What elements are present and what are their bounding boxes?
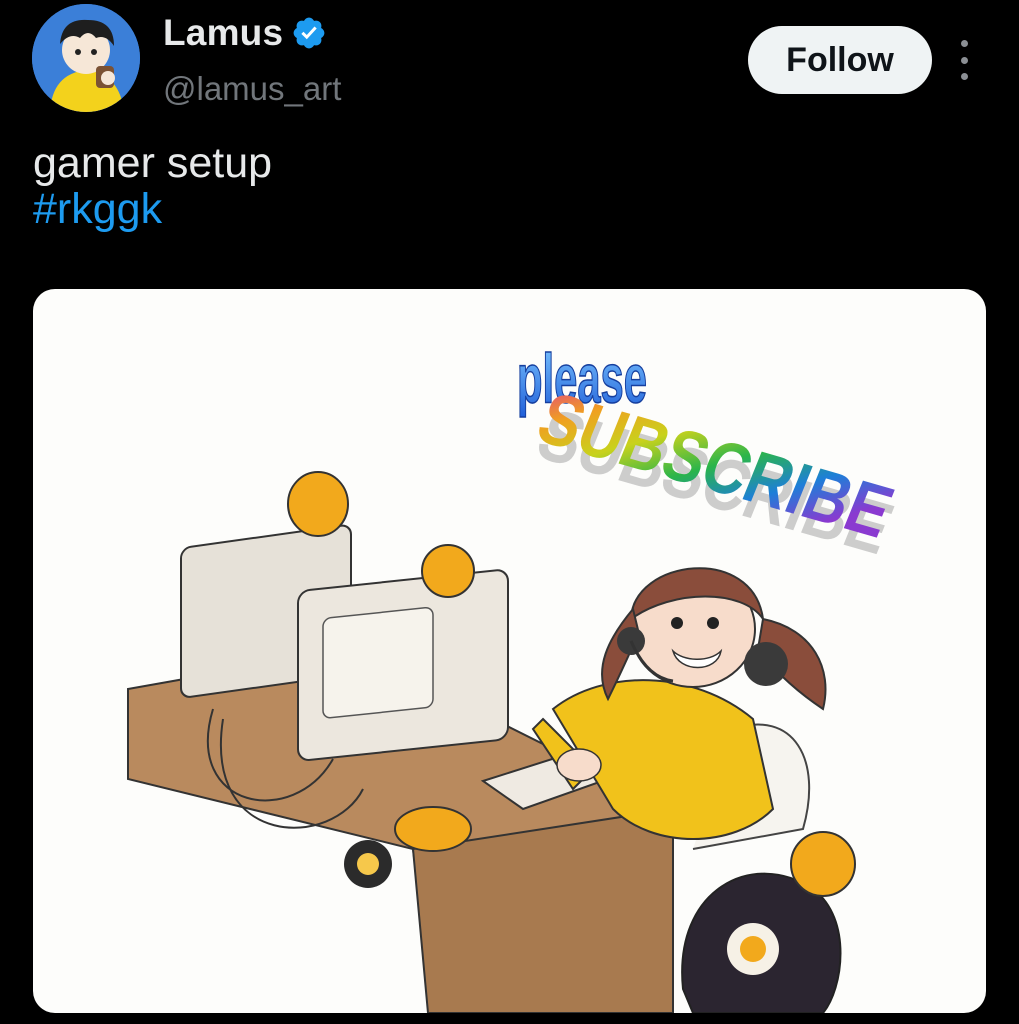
- tweet-media-image[interactable]: please SUBSCRIBE SUBSCRIBE: [33, 289, 986, 1013]
- dot: [960, 56, 968, 64]
- tweet-text: gamer setup #rkggk: [33, 140, 272, 232]
- author-handle[interactable]: @lamus_art: [163, 70, 341, 108]
- author-name[interactable]: Lamus: [163, 12, 283, 54]
- gamer-setup-illustration: please SUBSCRIBE SUBSCRIBE: [127, 340, 904, 1013]
- verified-badge-icon: [293, 17, 325, 49]
- more-options-icon[interactable]: [950, 40, 978, 80]
- dot: [960, 40, 968, 47]
- avatar-character-icon: [32, 4, 140, 112]
- author-avatar[interactable]: [32, 4, 140, 112]
- hashtag-link[interactable]: #rkggk: [33, 186, 272, 232]
- follow-button[interactable]: Follow: [748, 26, 932, 94]
- dot: [960, 73, 968, 80]
- tweet-text-line: gamer setup: [33, 139, 273, 187]
- author-name-row[interactable]: Lamus: [163, 12, 327, 54]
- subscribe-text: SUBSCRIBE: [527, 377, 904, 553]
